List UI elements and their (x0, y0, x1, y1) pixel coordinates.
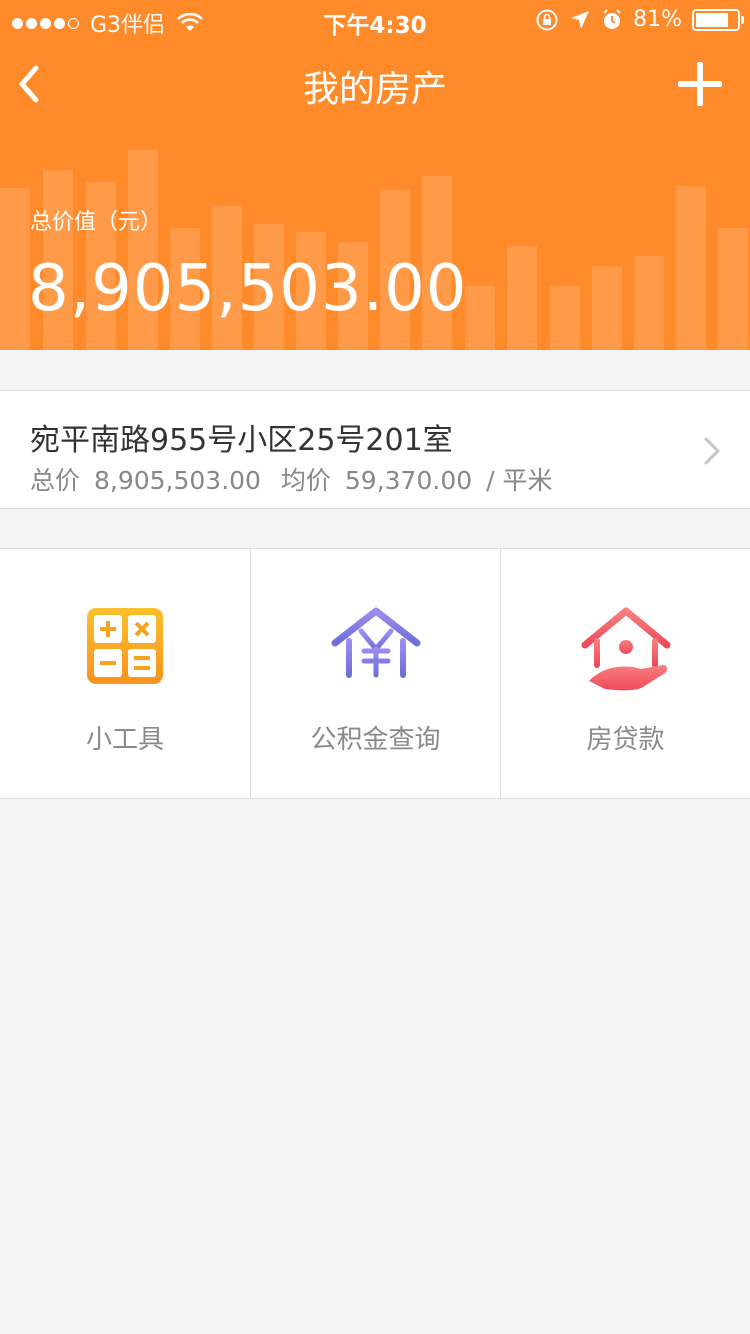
housing-fund-icon (331, 607, 421, 678)
property-avg-unit: / 平米 (486, 466, 553, 495)
page-title: 我的房产 (302, 69, 447, 110)
decorative-bar (718, 228, 748, 350)
mortgage-house-icon (581, 607, 671, 691)
decorative-bar (634, 256, 664, 350)
tool-label: 房贷款 (586, 725, 665, 755)
decorative-bar (592, 266, 622, 350)
decorative-bar (507, 246, 537, 350)
add-property-button[interactable] (678, 62, 722, 106)
battery-percent: 81% (633, 7, 682, 32)
tool-mortgage[interactable]: 房贷款 (500, 549, 750, 798)
property-name: 宛平南路955号小区25号201室 (30, 423, 453, 458)
decorative-bar (550, 286, 580, 350)
tool-label: 小工具 (85, 725, 164, 755)
rotation-lock-icon (536, 9, 558, 30)
decorative-bar (0, 188, 30, 350)
decorative-bar (465, 286, 495, 350)
property-total-label: 总价 (30, 466, 81, 495)
total-value-amount: 8,905,503.00 (28, 252, 468, 326)
tool-housing-fund[interactable]: 公积金查询 (250, 549, 500, 798)
alarm-icon (603, 8, 621, 29)
decorative-bar (676, 186, 706, 350)
tool-calculator[interactable]: 小工具 (0, 549, 250, 798)
property-avg-value: 59,370.00 (344, 466, 473, 495)
total-value-label: 总价值（元） (30, 210, 163, 235)
chevron-right-icon (704, 437, 720, 465)
calculator-icon (87, 608, 163, 684)
tools-grid: 小工具 公积金查询 房贷款 (0, 548, 750, 799)
property-total-value: 8,905,503.00 (93, 466, 261, 495)
property-detail: 总价 8,905,503.00 均价 59,370.00 / 平米 (30, 461, 558, 497)
navigation-bar: 我的房产 (0, 40, 750, 128)
location-arrow-icon (571, 10, 590, 29)
property-avg-label: 均价 (280, 466, 331, 495)
battery-icon (692, 8, 744, 31)
status-bar: G3伴侣 下午4:30 81% (0, 0, 750, 40)
tool-label: 公积金查询 (310, 725, 441, 755)
header-banner: G3伴侣 下午4:30 81% 我的房产 总价值（元） 8,905,503.00 (0, 0, 750, 350)
property-list-item[interactable]: 宛平南路955号小区25号201室 总价 8,905,503.00 均价 59,… (0, 390, 750, 509)
